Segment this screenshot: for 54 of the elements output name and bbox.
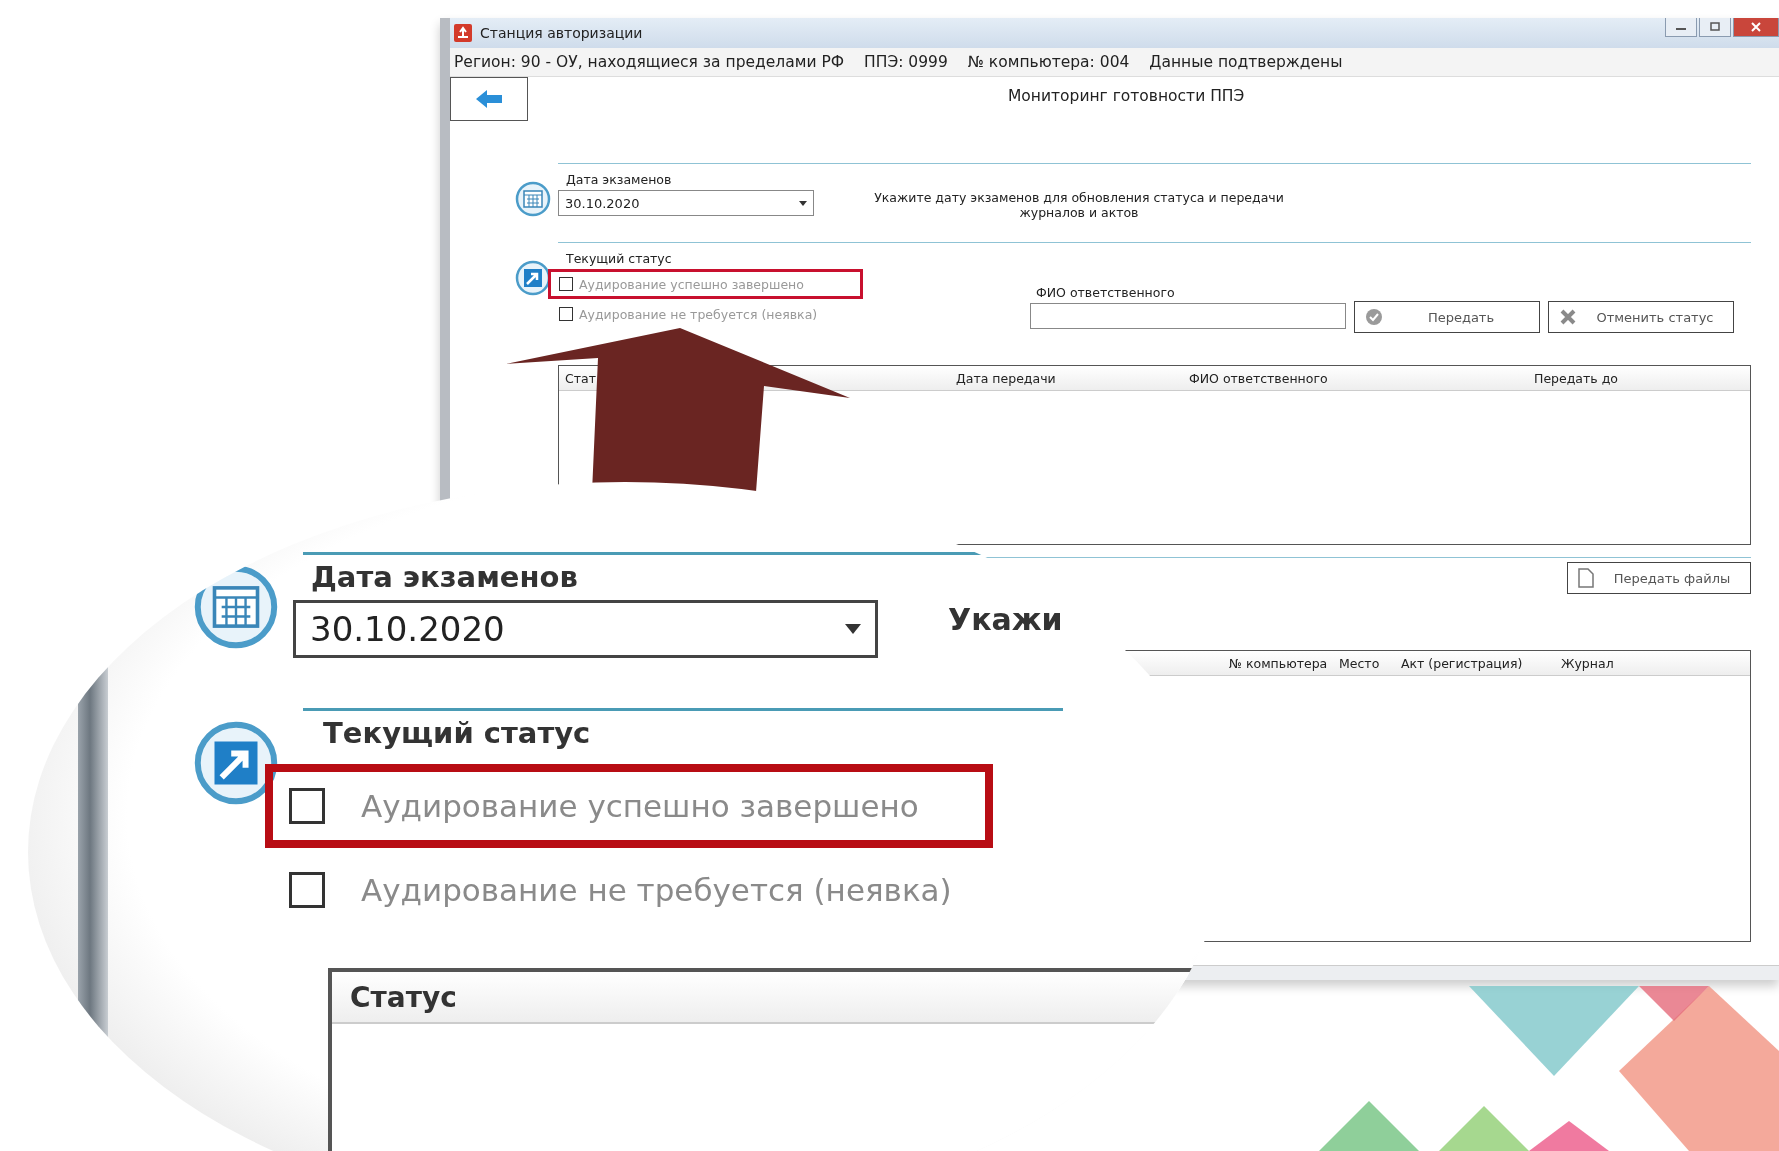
column-header: Акт (регистрация) — [1400, 655, 1524, 671]
maximize-icon — [1710, 22, 1720, 31]
option-label: Аудирование успешно завершено — [361, 788, 919, 824]
send-button[interactable]: Передать — [1354, 301, 1540, 333]
column-header: ФИО ответственного — [1188, 370, 1329, 386]
back-button[interactable] — [450, 77, 528, 121]
checkbox[interactable] — [559, 277, 573, 291]
app-icon — [454, 24, 472, 42]
checkbox[interactable] — [289, 788, 325, 824]
exam-date-dropdown[interactable]: 30.10.2020 — [558, 190, 814, 216]
option-label: Аудирование не требуется (неявка) — [579, 306, 818, 322]
checkbox[interactable] — [289, 872, 325, 908]
option-label: Аудирование не требуется (неявка) — [361, 872, 952, 908]
close-icon — [1751, 22, 1761, 32]
exam-date-label: Дата экзаменов — [566, 172, 673, 187]
column-header: Передать до — [1533, 370, 1619, 386]
hint-text: Укажите дату экзаменов для обновления статуса и передачи журналов и актов — [873, 190, 1285, 222]
responsible-input[interactable] — [1030, 303, 1346, 329]
status-icon — [193, 720, 279, 806]
cross-icon — [1559, 308, 1577, 326]
hint-text: Укажи — [948, 602, 1063, 637]
option-label: Аудирование успешно завершено — [579, 276, 804, 292]
info-text: ППЭ: 0999 — [864, 53, 948, 71]
page-title: Мониторинг готовности ППЭ — [1008, 87, 1245, 105]
column-header: Дата передачи — [955, 370, 1057, 386]
column-header: № компьютера — [1228, 655, 1329, 671]
back-arrow-icon — [475, 89, 503, 109]
minimize-icon — [1676, 28, 1686, 30]
column-header: Место — [1338, 655, 1381, 671]
info-text: № компьютера: 004 — [967, 53, 1130, 71]
minimize-button[interactable] — [1665, 18, 1697, 37]
window-title: Станция авторизации — [480, 25, 643, 41]
status-label: Текущий статус — [566, 251, 673, 266]
info-text: Регион: 90 - ОУ, находящиеся за пределами РФ — [454, 53, 845, 71]
column-header: Журнал — [1560, 655, 1615, 671]
calendar-icon — [515, 181, 551, 217]
document-icon — [1578, 568, 1594, 588]
maximize-button[interactable] — [1699, 18, 1731, 37]
column-header: Статус — [349, 980, 457, 1014]
dropdown-caret-icon — [845, 624, 861, 634]
checkbox[interactable] — [559, 307, 573, 321]
responsible-label: ФИО ответственного — [1036, 285, 1176, 300]
exam-date-dropdown[interactable]: 30.10.2020 — [293, 600, 878, 658]
check-circle-icon — [1365, 308, 1383, 326]
close-button[interactable] — [1733, 18, 1779, 37]
column-header: Стат — [564, 370, 597, 386]
exam-date-label: Дата экзаменов — [311, 560, 579, 594]
dropdown-caret-icon — [799, 200, 807, 206]
info-text: Данные подтверждены — [1149, 53, 1343, 71]
status-label: Текущий статус — [323, 716, 592, 750]
send-files-button[interactable]: Передать файлы — [1567, 562, 1751, 594]
status-icon — [515, 260, 551, 296]
cancel-status-button[interactable]: Отменить статус — [1548, 301, 1734, 333]
calendar-icon — [193, 564, 279, 650]
